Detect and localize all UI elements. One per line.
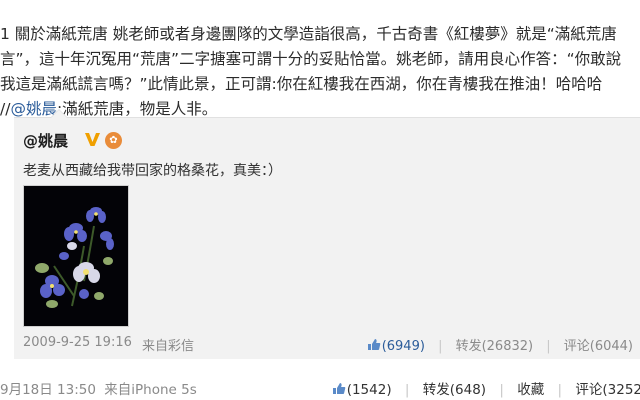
post-line: 言”，這十年沉冤用“荒唐”二字搪塞可謂十分的妥貼恰當。姚老師，請用良心作答：“你… <box>0 50 622 68</box>
post-timestamp[interactable]: 9月18日 13:50 <box>0 382 96 398</box>
favorite-button[interactable]: 收藏 <box>517 378 544 398</box>
flower-image <box>24 186 128 326</box>
thumbs-up-icon <box>367 339 380 350</box>
post-line: 我這是滿紙謊言嗎？”此情此景，正可謂:你在紅樓我在西湖，你在青樓我在推油！哈哈哈 <box>0 75 603 93</box>
quote-comment-button[interactable]: 评论(6044) <box>564 335 633 354</box>
quote-arrow <box>50 109 68 118</box>
quoted-post: @姚晨 ✿ 老麦从西藏给我带回家的格桑花，真美：） 2009-9-25 19:1… <box>14 109 640 359</box>
separator: | <box>404 382 410 398</box>
quote-actions: (6949) | 转发(26832) | 评论(6044) <box>358 335 633 354</box>
post-line: 1 關於滿紙荒唐 姚老師或者身邊團隊的文學造詣很高，千古奇書《紅樓夢》就是“滿紙… <box>0 25 617 43</box>
separator: | <box>438 339 443 354</box>
like-button[interactable]: (1542) <box>332 382 392 398</box>
quote-meta: 2009-9-25 19:16 来自彩信 (6949) | 转发(26832) … <box>23 335 633 355</box>
quote-text: 老麦从西藏给我带回家的格桑花，真美：） <box>23 163 282 179</box>
post-body: 1 關於滿紙荒唐 姚老師或者身邊團隊的文學造詣很高，千古奇書《紅樓夢》就是“滿紙… <box>0 22 640 122</box>
quote-like-button[interactable]: (6949) <box>367 338 425 354</box>
separator: | <box>557 382 563 398</box>
quote-timestamp[interactable]: 2009-9-25 19:16 <box>23 335 132 350</box>
repost-marker: // <box>0 100 11 118</box>
verified-v-icon[interactable] <box>84 131 101 148</box>
repost-text: :滿紙荒唐，物是人非。 <box>56 100 218 118</box>
like-count: (1542) <box>346 382 392 398</box>
quote-author-link[interactable]: @姚晨 <box>23 130 68 151</box>
post-actions: (1542) | 转发(648) | 收藏 | 评论(3252 <box>323 378 640 398</box>
flower-photo[interactable] <box>23 185 129 327</box>
separator: | <box>499 382 504 398</box>
repost-button[interactable]: 转发(648) <box>423 378 486 398</box>
comment-button[interactable]: 评论(3252 <box>575 378 640 398</box>
separator: | <box>546 339 551 354</box>
quote-source: 来自彩信 <box>142 339 195 354</box>
quote-like-count: (6949) <box>381 339 425 354</box>
post-source: 来自iPhone 5s <box>104 382 197 398</box>
award-badge-icon[interactable]: ✿ <box>105 132 122 149</box>
post-time-source: 9月18日 13:50 来自iPhone 5s <box>0 378 197 398</box>
post-meta: 9月18日 13:50 来自iPhone 5s (1542) | 转发(648)… <box>0 378 640 400</box>
quote-repost-button[interactable]: 转发(26832) <box>456 335 534 354</box>
thumbs-up-icon <box>332 383 345 394</box>
